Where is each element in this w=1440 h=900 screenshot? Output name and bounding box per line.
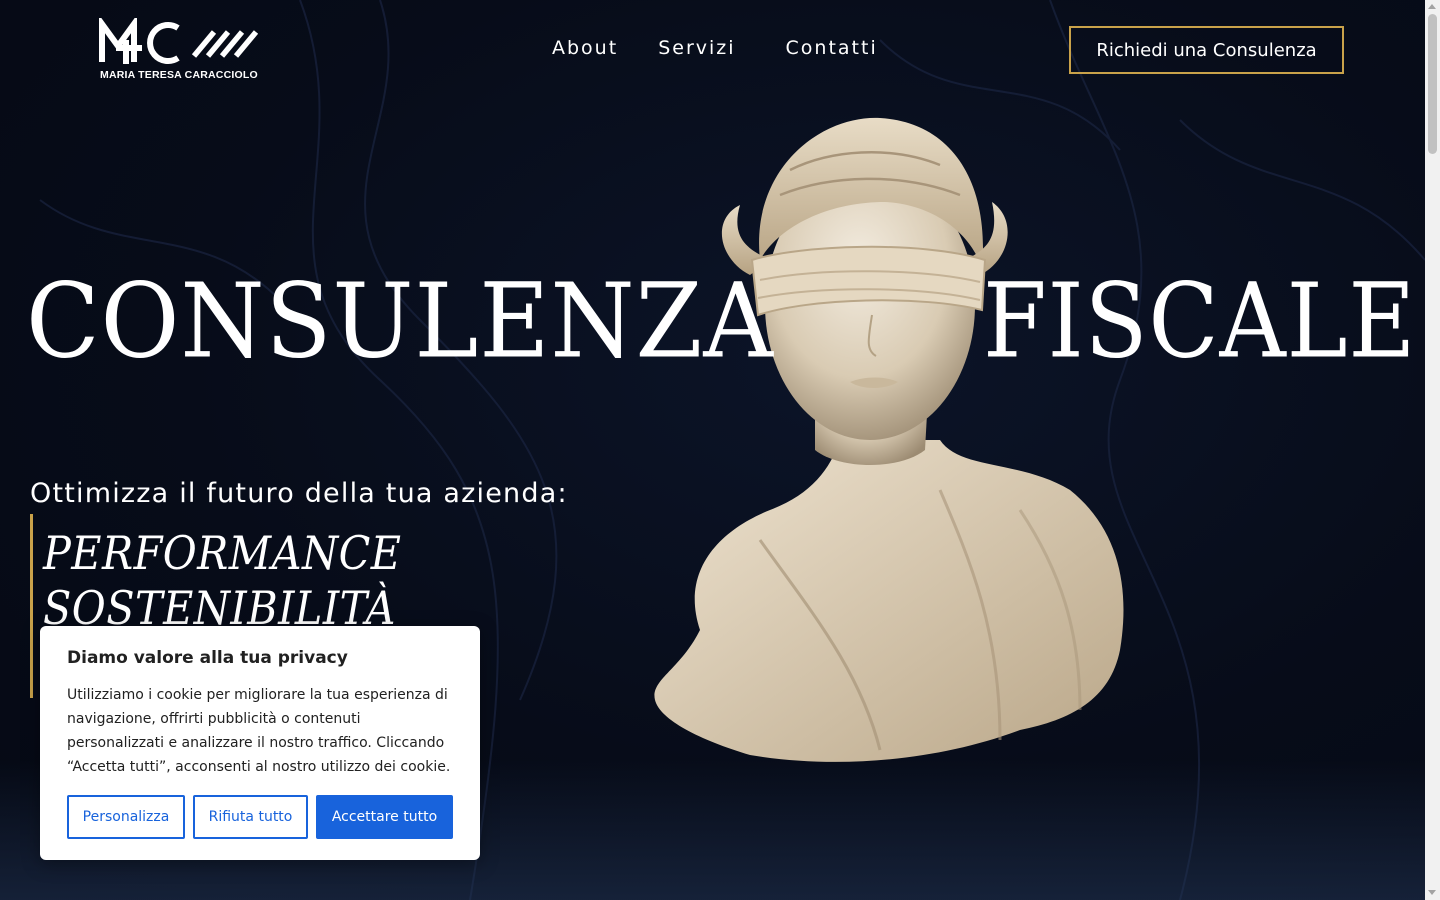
page: MARIA TERESA CARACCIOLO About Servizi Co… [0, 0, 1425, 900]
hero-subtitle: Ottimizza il futuro della tua azienda: [30, 478, 568, 509]
nav-contatti[interactable]: Contatti [786, 37, 878, 59]
hero-title-right: FISCALE [983, 261, 1417, 382]
scroll-up-arrow-icon[interactable] [1428, 4, 1436, 9]
request-consultation-button[interactable]: Richiedi una Consulenza [1069, 26, 1344, 74]
logo-caption: MARIA TERESA CARACCIOLO [100, 69, 258, 81]
nav-about[interactable]: About [552, 37, 618, 59]
accept-all-button[interactable]: Accettare tutto [316, 795, 453, 839]
scroll-down-arrow-icon[interactable] [1428, 890, 1436, 895]
gold-accent-bar [30, 514, 33, 698]
cookie-description: Utilizziamo i cookie per migliorare la t… [67, 687, 451, 775]
main-nav: About Servizi Contatti [552, 37, 878, 59]
cookie-consent-banner: Diamo valore alla tua privacy Utilizziam… [40, 626, 480, 860]
statue-image [654, 117, 1124, 762]
customize-cookies-button[interactable]: Personalizza [67, 795, 185, 839]
cookie-title: Diamo valore alla tua privacy [67, 648, 348, 668]
hero-title-left: CONSULENZA [26, 261, 774, 382]
nav-servizi[interactable]: Servizi [658, 37, 735, 59]
tagline-sostenibilita: SOSTENIBILITÀ [43, 581, 396, 635]
page-scrollbar[interactable] [1425, 0, 1440, 900]
mtc-logo [99, 18, 258, 64]
scrollbar-thumb[interactable] [1428, 14, 1437, 154]
tagline-performance: PERFORMANCE [43, 526, 402, 580]
logo[interactable]: MARIA TERESA CARACCIOLO [98, 18, 258, 84]
reject-all-button[interactable]: Rifiuta tutto [193, 795, 308, 839]
